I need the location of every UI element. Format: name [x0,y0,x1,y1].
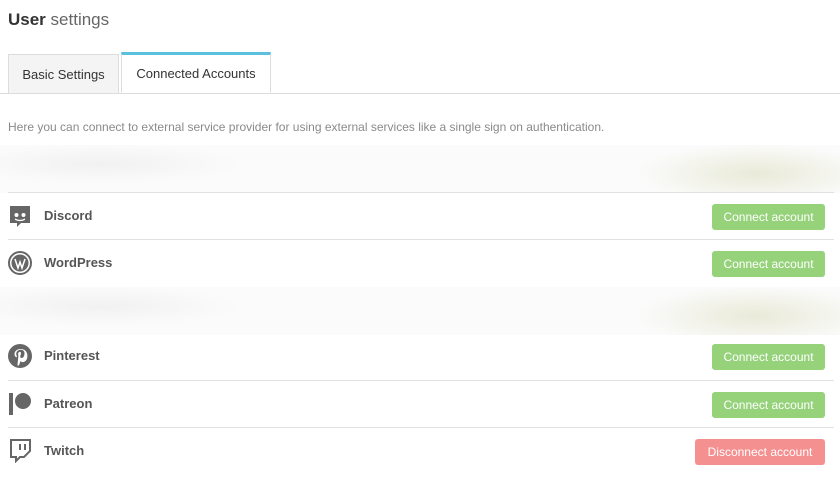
tab-bar: Basic Settings Connected Accounts [0,52,840,94]
twitch-icon [10,439,31,463]
tab-basic-settings[interactable]: Basic Settings [8,54,119,93]
intro-text: Here you can connect to external service… [8,120,605,134]
account-name: Patreon [44,396,93,411]
page-title-light: settings [50,10,110,29]
account-name: Discord [44,208,93,223]
account-row-discord: Discord Connect account [8,192,834,238]
page-title-bold: User [8,10,46,29]
connect-wordpress-button[interactable]: Connect account [712,251,825,277]
account-name: Twitch [44,443,85,458]
pinterest-icon [8,344,32,368]
page-title: User settings [8,10,109,30]
account-name: Pinterest [44,348,100,363]
account-row-wordpress: WordPress Connect account [8,239,834,285]
discord-icon [10,206,30,227]
connect-patreon-button[interactable]: Connect account [712,392,825,418]
blurred-area [0,287,840,335]
disconnect-twitch-button[interactable]: Disconnect account [695,439,825,465]
account-row-twitch: Twitch Disconnect account [8,427,834,473]
account-row-patreon: Patreon Connect account [8,380,834,426]
wordpress-icon [8,251,32,275]
patreon-icon [9,393,31,415]
tab-connected-accounts[interactable]: Connected Accounts [121,52,271,93]
connect-discord-button[interactable]: Connect account [712,204,825,230]
account-name: WordPress [44,255,113,270]
connect-pinterest-button[interactable]: Connect account [712,344,825,370]
account-row-pinterest: Pinterest Connect account [8,333,834,379]
blurred-area [0,145,840,193]
